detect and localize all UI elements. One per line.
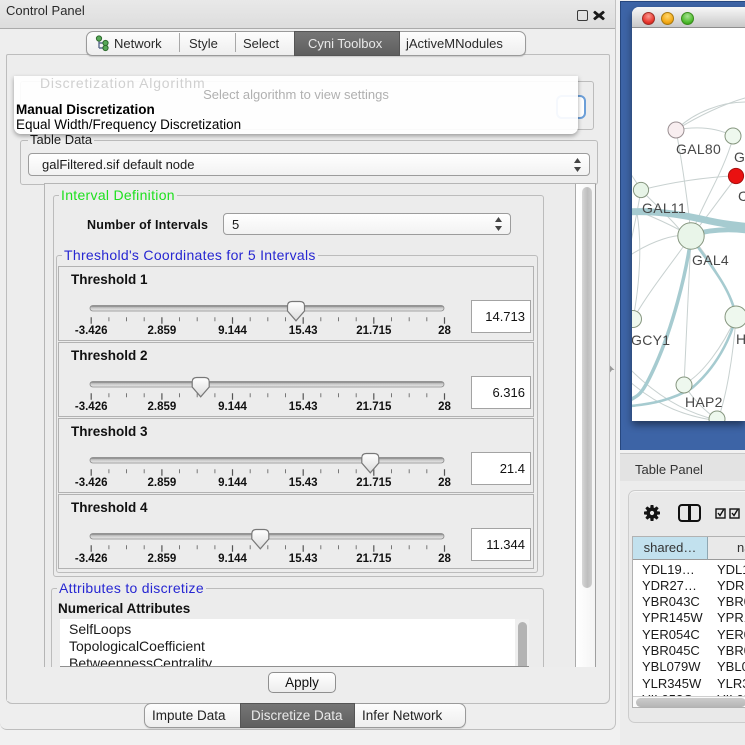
svg-text:9.144: 9.144 <box>218 477 247 489</box>
svg-text:H: H <box>736 331 745 347</box>
svg-text:GAL11: GAL11 <box>642 200 686 216</box>
svg-text:-3.426: -3.426 <box>75 477 108 489</box>
svg-text:21.715: 21.715 <box>356 401 392 413</box>
svg-text:9.144: 9.144 <box>218 401 247 413</box>
svg-text:15.43: 15.43 <box>289 401 318 413</box>
svg-text:GA: GA <box>734 149 745 165</box>
svg-text:21.715: 21.715 <box>356 325 392 337</box>
svg-text:28: 28 <box>438 401 451 413</box>
svg-text:C: C <box>738 188 745 204</box>
svg-text:15.43: 15.43 <box>289 477 318 489</box>
svg-text:GAL80: GAL80 <box>676 141 721 157</box>
svg-text:21.715: 21.715 <box>356 553 392 565</box>
svg-text:-3.426: -3.426 <box>75 401 108 413</box>
svg-text:2.859: 2.859 <box>148 325 177 337</box>
svg-text:15.43: 15.43 <box>289 553 318 565</box>
svg-text:28: 28 <box>438 325 451 337</box>
svg-text:28: 28 <box>438 477 451 489</box>
svg-text:HAP2: HAP2 <box>685 394 723 410</box>
svg-text:9.144: 9.144 <box>218 553 247 565</box>
svg-text:GCY1: GCY1 <box>632 332 670 348</box>
svg-text:2.859: 2.859 <box>148 553 177 565</box>
svg-text:21.715: 21.715 <box>356 477 392 489</box>
svg-text:-3.426: -3.426 <box>75 553 108 565</box>
svg-text:2.859: 2.859 <box>148 401 177 413</box>
svg-text:15.43: 15.43 <box>289 325 318 337</box>
svg-text:28: 28 <box>438 553 451 565</box>
svg-text:9.144: 9.144 <box>218 325 247 337</box>
svg-text:GAL4: GAL4 <box>692 252 729 268</box>
svg-text:-3.426: -3.426 <box>75 325 108 337</box>
svg-text:2.859: 2.859 <box>148 477 177 489</box>
